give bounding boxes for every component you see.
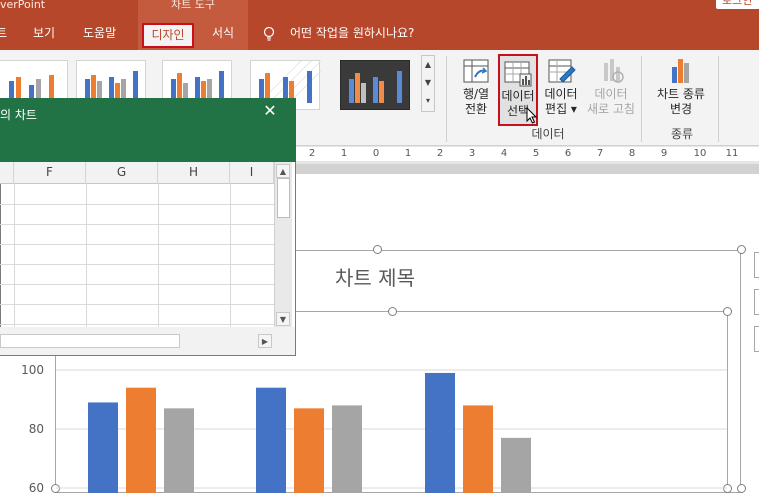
ruler-label: 5 — [532, 148, 540, 159]
ribbon-separator — [718, 56, 719, 142]
ribbon-separator — [446, 56, 447, 142]
group-label-data: 데이터 — [531, 127, 565, 141]
gallery-more-icon[interactable]: ▾ — [422, 92, 434, 110]
close-icon[interactable]: ✕ — [262, 103, 278, 119]
chart-tools-label: 차트 도구 — [171, 0, 215, 11]
column-header-row: F G H I — [0, 162, 274, 184]
ruler-label: 2 — [436, 148, 444, 159]
column-header-f[interactable]: F — [14, 162, 86, 184]
bar-series-1-category-1[interactable] — [88, 402, 118, 493]
change-chart-type-button[interactable]: 차트 종류 변경 — [648, 54, 714, 126]
bar-series-3-category-3[interactable] — [501, 437, 531, 493]
bar-series-1-category-2[interactable] — [256, 387, 286, 493]
resize-handle[interactable] — [723, 307, 732, 316]
ruler-scale: 2 1 0 1 2 3 4 5 6 7 8 9 10 11 — [296, 147, 759, 161]
gallery-down-icon[interactable]: ▼ — [422, 74, 434, 92]
ruler-label: 2 — [308, 148, 316, 159]
horizontal-scrollbar[interactable] — [0, 334, 180, 348]
bar-series-3-category-1[interactable] — [164, 408, 194, 493]
ruler-label: 6 — [564, 148, 572, 159]
refresh-data-label-2: 새로 고침 — [587, 102, 635, 116]
vertical-scroll-thumb[interactable] — [277, 178, 290, 218]
ruler-label: 9 — [660, 148, 668, 159]
tab-view[interactable]: 보기 — [33, 20, 55, 50]
tab-home[interactable]: 트 — [0, 20, 7, 50]
tab-help[interactable]: 도움말 — [83, 20, 116, 50]
chart-style-thumbnail-5[interactable] — [340, 60, 410, 110]
ruler-label: 0 — [372, 148, 380, 159]
app-title: verPoint — [0, 0, 46, 11]
column-header-h[interactable]: H — [158, 162, 230, 184]
gallery-scrollbar[interactable]: ▲ ▼ ▾ — [421, 55, 435, 112]
resize-handle[interactable] — [388, 307, 397, 316]
refresh-data-icon — [604, 59, 624, 83]
switch-row-column-icon — [463, 59, 489, 83]
tab-format[interactable]: 서식 — [212, 20, 234, 50]
bar-series-2-category-2[interactable] — [294, 408, 324, 493]
y-tick-label: 80 — [29, 422, 44, 436]
change-chart-type-label-2: 변경 — [669, 102, 693, 116]
chart-styles-button[interactable] — [754, 289, 759, 315]
column-header-i[interactable]: I — [230, 162, 274, 184]
select-data-label-1: 데이터 — [501, 89, 535, 103]
title-bar — [0, 0, 759, 20]
ruler-label: 3 — [468, 148, 476, 159]
resize-handle[interactable] — [737, 245, 746, 254]
switch-row-column-button[interactable]: 행/열 전환 — [454, 54, 498, 126]
chart-title[interactable]: 차트 제목 — [300, 262, 450, 291]
refresh-data-label-1: 데이터 — [594, 87, 628, 101]
ruler-label: 8 — [628, 148, 636, 159]
spreadsheet-grid[interactable] — [0, 184, 274, 327]
scroll-up-icon[interactable]: ▲ — [276, 164, 290, 178]
row-header-corner[interactable] — [0, 162, 14, 184]
scroll-down-icon[interactable]: ▼ — [276, 312, 290, 326]
change-chart-type-icon — [672, 59, 689, 83]
bar-series-1-category-3[interactable] — [425, 372, 455, 493]
change-chart-type-label-1: 차트 종류 — [657, 87, 705, 101]
gallery-up-icon[interactable]: ▲ — [422, 56, 434, 74]
select-data-icon — [504, 61, 532, 87]
tab-design[interactable]: 디자인 — [142, 23, 194, 48]
y-tick-label: 60 — [29, 481, 44, 493]
bar-series-2-category-3[interactable] — [463, 405, 493, 493]
edit-data-label-1: 데이터 — [544, 87, 578, 101]
excel-title-bar[interactable] — [0, 98, 296, 162]
chart-plot: 100 80 60 — [21, 363, 727, 493]
ruler-label: 7 — [596, 148, 604, 159]
ruler-label: 4 — [500, 148, 508, 159]
excel-window-title: 의 차트 — [0, 108, 37, 122]
group-label-type: 종류 — [670, 127, 694, 141]
sign-in-button[interactable]: 로그인 — [716, 0, 759, 9]
edit-data-icon — [548, 59, 576, 83]
tell-me-search[interactable]: 어떤 작업을 원하시나요? — [290, 20, 414, 50]
ribbon-separator — [641, 56, 642, 142]
ruler-label: 10 — [693, 148, 707, 159]
chart-elements-button[interactable] — [754, 252, 759, 278]
lightbulb-icon — [263, 26, 275, 41]
ruler-label: 1 — [404, 148, 412, 159]
edit-data-label-2: 편집 ▾ — [545, 102, 577, 116]
switch-row-column-label-1: 행/열 — [462, 87, 490, 101]
ruler-label: 1 — [340, 148, 348, 159]
ruler-label: 11 — [725, 148, 739, 159]
resize-handle[interactable] — [373, 245, 382, 254]
refresh-data-button[interactable]: 데이터 새로 고침 — [587, 54, 635, 126]
switch-row-column-label-2: 전환 — [464, 102, 488, 116]
bar-series-3-category-2[interactable] — [332, 405, 362, 493]
edit-data-button[interactable]: 데이터 편집 ▾ — [539, 54, 583, 126]
y-tick-label: 100 — [21, 363, 44, 377]
bar-series-2-category-1[interactable] — [126, 387, 156, 493]
column-header-g[interactable]: G — [86, 162, 158, 184]
scroll-right-icon[interactable]: ▶ — [258, 334, 272, 348]
mouse-cursor-icon — [526, 107, 538, 124]
